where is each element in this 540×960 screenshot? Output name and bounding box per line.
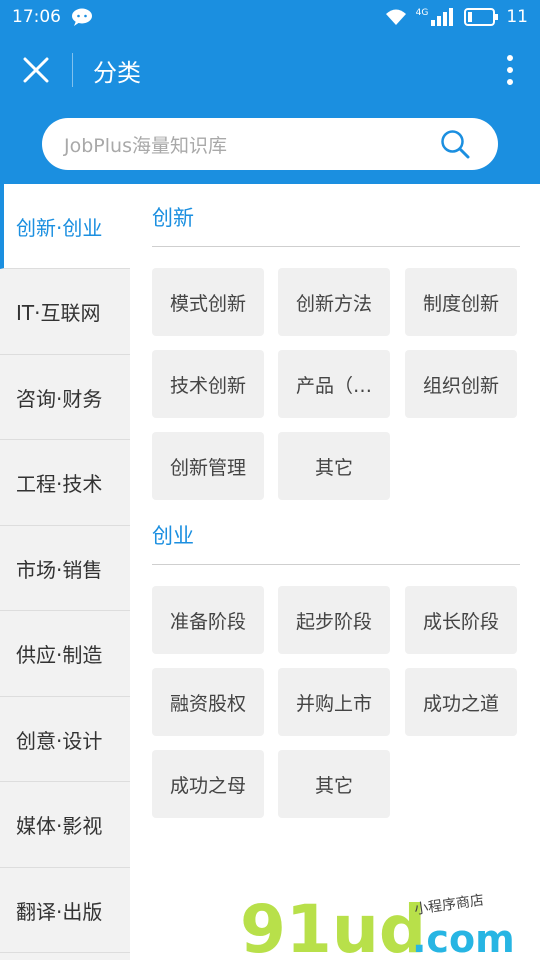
sidebar-item[interactable]: 市场·销售 (0, 526, 130, 611)
sidebar-item[interactable]: 咨询·财务 (0, 355, 130, 440)
tag-button[interactable]: 成功之母 (152, 750, 264, 818)
battery-level: 11 (506, 7, 528, 27)
sidebar-item[interactable]: 媒体·影视 (0, 782, 130, 868)
search-input[interactable]: JobPlus海量知识库 (42, 118, 498, 170)
category-sidebar: 创新·创业 IT·互联网 咨询·财务 工程·技术 市场·销售 供应·制造 创意·设计 媒体·影… (0, 184, 130, 960)
sidebar-item[interactable]: 工程·技术 (0, 440, 130, 526)
section-divider (152, 246, 520, 247)
status-time: 17:06 (12, 7, 61, 27)
sidebar-item[interactable]: 翻译·出版 (0, 868, 130, 953)
sidebar-item[interactable]: IT·互联网 (0, 269, 130, 355)
search-icon[interactable] (440, 129, 470, 159)
more-vertical-icon (507, 55, 513, 85)
page-title: 分类 (93, 58, 141, 87)
close-icon (23, 57, 49, 83)
tag-button[interactable]: 创新方法 (278, 268, 390, 336)
tag-button[interactable]: 组织创新 (405, 350, 517, 418)
status-bar: 17:06 4G 11 (0, 0, 540, 34)
tag-button[interactable]: 其它 (278, 432, 390, 500)
category-content: 创新 模式创新 创新方法 制度创新 技术创新 产品（… 组织创新 创新管理 其它 创业 准备阶段 起步… (130, 184, 540, 960)
sidebar-item[interactable]: 供应·制造 (0, 611, 130, 697)
status-right: 4G 11 (384, 7, 528, 27)
tag-button[interactable]: 成功之道 (405, 668, 517, 736)
section-title: 创业 (152, 524, 194, 548)
header-divider (72, 53, 73, 87)
chat-bubble-icon (72, 8, 92, 26)
close-button[interactable] (0, 34, 72, 106)
tag-button[interactable]: 成长阶段 (405, 586, 517, 654)
tag-button[interactable]: 准备阶段 (152, 586, 264, 654)
tag-button[interactable]: 其它 (278, 750, 390, 818)
tag-button[interactable]: 产品（… (278, 350, 390, 418)
signal-icon (431, 8, 454, 26)
wifi-icon (385, 9, 406, 25)
battery-icon (464, 8, 499, 26)
sidebar-item[interactable]: 创意·设计 (0, 697, 130, 782)
tag-button[interactable]: 技术创新 (152, 350, 264, 418)
network-label: 4G (415, 8, 429, 18)
tag-button[interactable]: 制度创新 (405, 268, 517, 336)
tag-button[interactable]: 融资股权 (152, 668, 264, 736)
tag-button[interactable]: 并购上市 (278, 668, 390, 736)
tag-button[interactable]: 创新管理 (152, 432, 264, 500)
tag-button[interactable]: 起步阶段 (278, 586, 390, 654)
more-menu-button[interactable] (480, 34, 540, 106)
search-area: JobPlus海量知识库 (0, 106, 540, 184)
search-placeholder: JobPlus海量知识库 (64, 134, 227, 157)
app-header: 分类 (0, 34, 540, 106)
tag-button[interactable]: 模式创新 (152, 268, 264, 336)
sidebar-item[interactable]: 创新·创业 (0, 184, 130, 269)
section-divider (152, 564, 520, 565)
section-title: 创新 (152, 206, 194, 230)
